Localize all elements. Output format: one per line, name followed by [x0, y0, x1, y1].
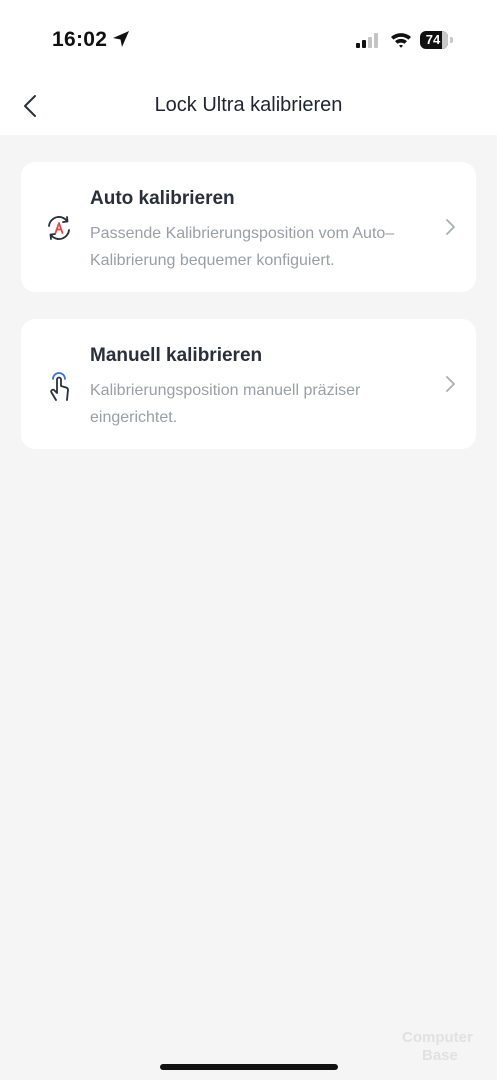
location-arrow-icon [113, 31, 129, 47]
manual-calibrate-description: Kalibrierungsposition manuell präziser e… [90, 382, 361, 426]
status-time: 16:02 [52, 28, 108, 51]
manual-calibrate-option[interactable]: Manuell kalibrieren Kalibrierungspositio… [21, 319, 476, 449]
home-indicator[interactable] [160, 1064, 338, 1070]
wifi-icon [391, 33, 411, 48]
watermark-line-1: Computer [402, 1029, 473, 1046]
computerbase-watermark-logo: Computer Base [402, 1029, 473, 1064]
auto-calibrate-title: Auto kalibrieren [90, 188, 235, 209]
watermark-line-2: Base [422, 1047, 458, 1064]
battery-icon: 74 [420, 31, 454, 49]
manual-calibrate-title: Manuell kalibrieren [90, 345, 263, 366]
battery-body: 74 [420, 31, 448, 49]
auto-calibrate-icon [48, 216, 70, 240]
cellular-signal-icon [356, 33, 378, 48]
hand-tap-icon [50, 372, 69, 401]
battery-level: 74 [425, 32, 441, 47]
auto-calibrate-description: Passende Kalibrierungsposition vom Auto–… [90, 225, 395, 269]
auto-calibrate-option[interactable]: Auto kalibrieren Passende Kalibrierungsp… [21, 162, 476, 292]
chevron-right-icon [446, 219, 455, 235]
navigation-bar: Lock Ultra kalibrieren [0, 80, 497, 135]
page-title: Lock Ultra kalibrieren [154, 94, 343, 116]
status-bar: 16:02 74 [0, 0, 497, 80]
chevron-right-icon [446, 376, 455, 392]
